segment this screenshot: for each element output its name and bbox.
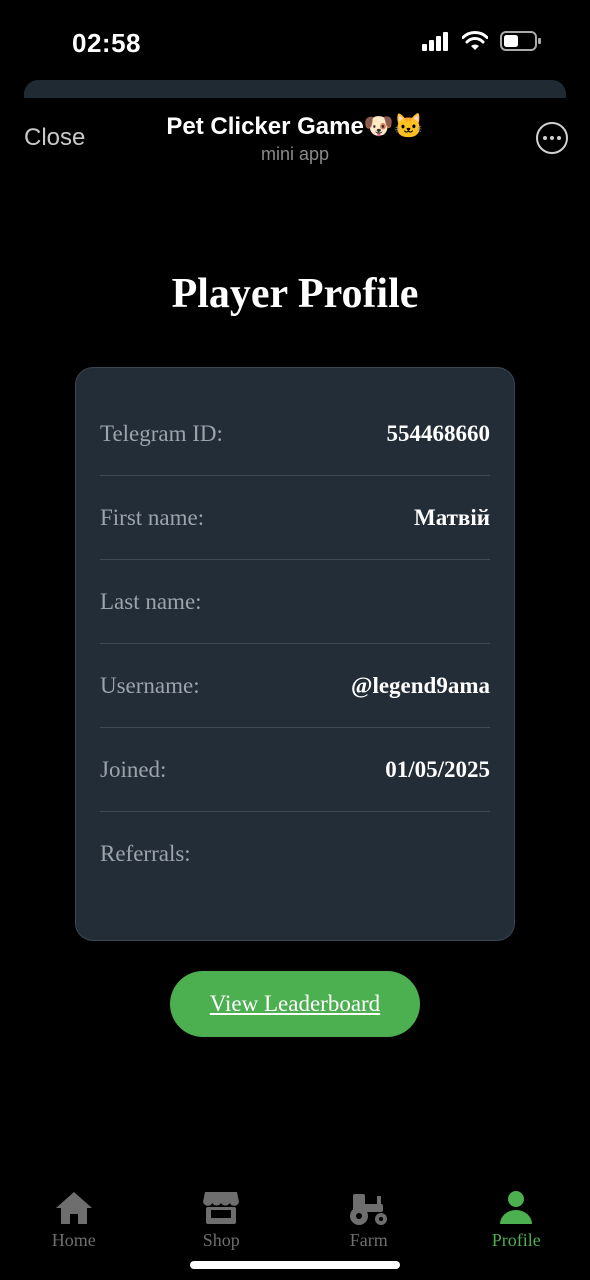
more-options-button[interactable] (536, 122, 568, 154)
row-label: Last name: (100, 588, 202, 614)
signal-icon (422, 32, 448, 51)
row-label: Telegram ID: (100, 420, 223, 446)
profile-row-first-name: First name: Матвій (100, 476, 490, 560)
row-label: First name: (100, 504, 205, 530)
page-title: Player Profile (171, 271, 419, 317)
nav-label: Home (51, 1230, 96, 1250)
view-leaderboard-button[interactable]: View Leaderboard (170, 971, 420, 1037)
row-value: 01/05/2025 (385, 756, 490, 782)
status-time: 02:58 (72, 28, 141, 58)
nav-label: Shop (202, 1230, 240, 1250)
profile-card: Telegram ID: 554468660 First name: Матві… (75, 367, 515, 941)
nav-item-home[interactable]: Home (0, 1190, 148, 1280)
tractor-icon (349, 1194, 387, 1225)
status-bar: 02:58 (0, 0, 590, 80)
row-value: 554468660 (386, 420, 491, 446)
row-label: Referrals: (100, 841, 191, 866)
header-strip (24, 80, 566, 98)
app-subtitle: mini app (260, 144, 330, 164)
profile-row-joined: Joined: 01/05/2025 (100, 728, 490, 812)
user-icon (500, 1191, 533, 1224)
shop-icon (203, 1192, 240, 1224)
battery-icon (500, 31, 541, 51)
home-icon (55, 1192, 92, 1224)
row-value: @legend9ama (351, 672, 490, 698)
app-header: Close Pet Clicker Game🐶🐱 mini app (0, 98, 590, 178)
home-indicator[interactable] (190, 1261, 400, 1269)
row-label: Joined: (100, 756, 167, 782)
row-value: Матвій (414, 504, 490, 530)
profile-row-referrals: Referrals: (100, 812, 490, 896)
profile-row-last-name: Last name: (100, 560, 490, 644)
row-label: Username: (100, 672, 200, 698)
profile-row-telegram-id: Telegram ID: 554468660 (100, 392, 490, 476)
app-title: Pet Clicker Game🐶🐱 (166, 113, 424, 140)
wifi-icon (462, 31, 488, 50)
nav-label: Farm (349, 1230, 388, 1250)
nav-label: Profile (491, 1230, 541, 1250)
status-icons (422, 30, 542, 52)
more-dots-icon (543, 136, 547, 140)
nav-item-profile[interactable]: Profile (443, 1190, 590, 1280)
profile-row-username: Username: @legend9ama (100, 644, 490, 728)
